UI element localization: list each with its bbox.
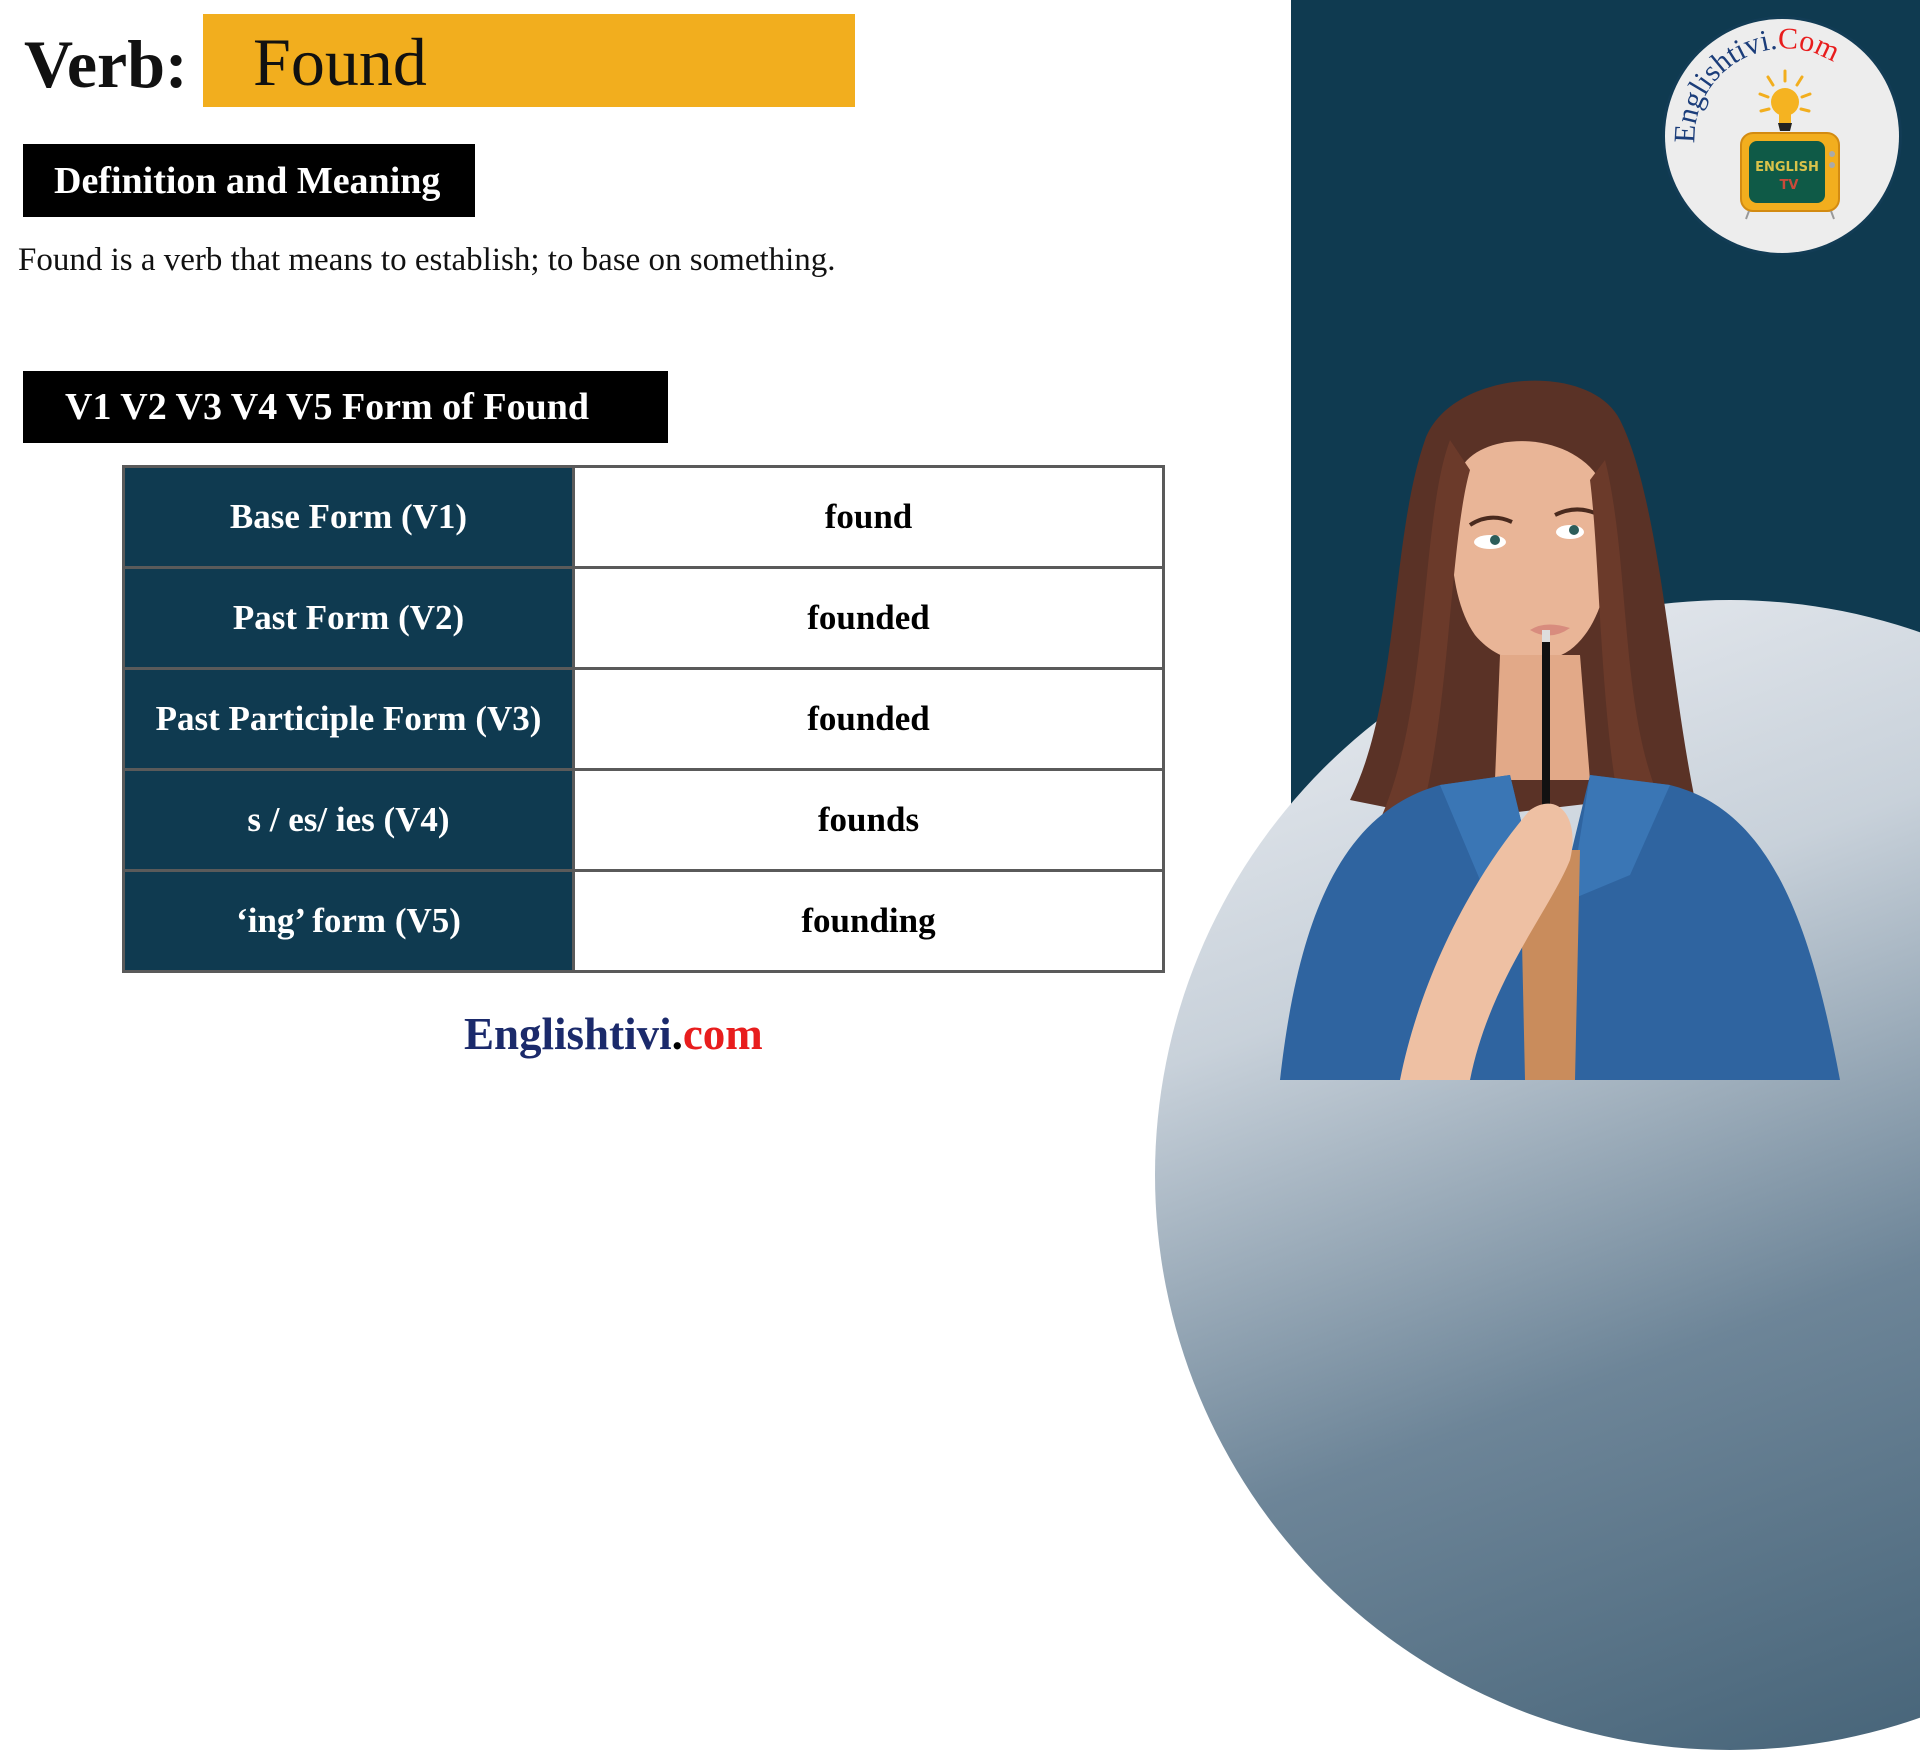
table-row: Base Form (V1) found <box>122 465 1165 569</box>
form-value: found <box>572 465 1165 569</box>
logo-screen-line2: TV <box>1780 178 1799 193</box>
logo-arc-main: Englishtivi. <box>1668 23 1779 144</box>
footer-brand[interactable]: Englishtivi.com <box>464 1008 763 1060</box>
logo-graphic: Englishtivi.Com ENGLISH TV <box>1668 22 1845 220</box>
logo-arc-text: Englishtivi.Com <box>1668 22 1845 144</box>
verb-forms-table: Base Form (V1) found Past Form (V2) foun… <box>122 465 1165 973</box>
table-row: s / es/ ies (V4) founds <box>122 768 1165 872</box>
form-value: founding <box>572 869 1165 973</box>
logo-arc-accent: Com <box>1778 22 1845 68</box>
form-value: founded <box>572 667 1165 771</box>
light-bulb-icon <box>1758 69 1812 131</box>
thinking-woman-photo <box>1150 380 1920 1080</box>
table-row: Past Form (V2) founded <box>122 566 1165 670</box>
definition-text: Found is a verb that means to establish;… <box>18 242 836 278</box>
form-label: ‘ing’ form (V5) <box>122 869 575 973</box>
footer-brand-name: Englishtivi <box>464 1009 672 1059</box>
pencil-icon <box>1542 630 1550 820</box>
englishtivi-logo[interactable]: Englishtivi.Com ENGLISH TV <box>1665 19 1899 253</box>
definition-heading: Definition and Meaning <box>23 144 475 217</box>
verb-word: Found <box>253 24 427 100</box>
form-label: Past Form (V2) <box>122 566 575 670</box>
table-row: ‘ing’ form (V5) founding <box>122 869 1165 973</box>
footer-brand-dot: . <box>671 1009 683 1059</box>
form-label: Base Form (V1) <box>122 465 575 569</box>
woman-illustration <box>1280 380 1840 1080</box>
form-value: founded <box>572 566 1165 670</box>
form-label: Past Participle Form (V3) <box>122 667 575 771</box>
logo-screen-line1: ENGLISH <box>1755 160 1819 175</box>
forms-heading: V1 V2 V3 V4 V5 Form of Found <box>23 371 668 443</box>
form-label: s / es/ ies (V4) <box>122 768 575 872</box>
tv-icon: ENGLISH TV <box>1740 132 1840 220</box>
footer-brand-tld: com <box>682 1009 763 1059</box>
verb-highlight-box: Found <box>203 14 855 107</box>
verb-label: Verb: <box>24 26 188 102</box>
table-row: Past Participle Form (V3) founded <box>122 667 1165 771</box>
form-value: founds <box>572 768 1165 872</box>
